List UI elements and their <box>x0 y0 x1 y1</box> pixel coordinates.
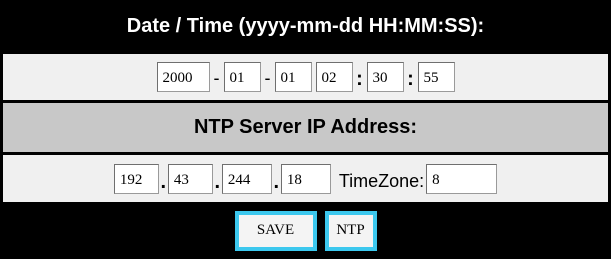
save-button[interactable]: SAVE <box>234 210 317 251</box>
timezone-input[interactable] <box>426 163 498 194</box>
ip-octet-2-input[interactable] <box>167 163 213 194</box>
datetime-input-row: - - : : <box>3 54 608 100</box>
ip-separator: . <box>214 170 221 193</box>
year-input[interactable] <box>156 62 210 92</box>
date-separator: - <box>264 68 271 88</box>
datetime-header-text: Date / Time (yyyy-mm-dd HH:MM:SS): <box>126 14 485 37</box>
month-input[interactable] <box>223 62 261 92</box>
ip-octet-1-input[interactable] <box>113 163 159 194</box>
minute-input[interactable] <box>366 62 404 92</box>
ntp-input-row: . . . TimeZone: <box>3 155 608 202</box>
ntp-button[interactable]: NTP <box>324 210 377 251</box>
action-button-row: SAVE NTP <box>3 205 608 256</box>
time-separator: : <box>356 68 363 90</box>
ntp-header-text: NTP Server IP Address: <box>193 116 418 138</box>
day-input[interactable] <box>274 62 312 92</box>
datetime-header: Date / Time (yyyy-mm-dd HH:MM:SS): <box>3 0 608 52</box>
second-input[interactable] <box>417 62 455 92</box>
timezone-label: TimeZone: <box>338 170 425 191</box>
ip-octet-4-input[interactable] <box>280 163 331 194</box>
ip-separator: . <box>160 170 167 193</box>
ntp-header: NTP Server IP Address: <box>3 103 608 152</box>
date-separator: - <box>213 68 220 88</box>
ip-octet-3-input[interactable] <box>221 163 272 194</box>
datetime-settings-panel: Date / Time (yyyy-mm-dd HH:MM:SS): - - :… <box>0 0 611 259</box>
hour-input[interactable] <box>315 62 353 92</box>
time-separator: : <box>407 68 414 90</box>
ip-separator: . <box>273 170 280 193</box>
